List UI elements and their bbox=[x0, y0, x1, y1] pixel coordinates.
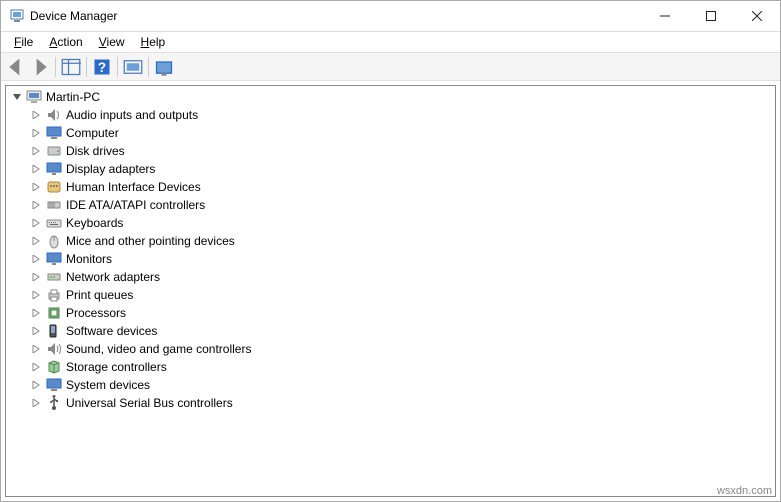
expander-icon[interactable] bbox=[30, 181, 42, 193]
processor-icon bbox=[46, 305, 62, 321]
menu-help[interactable]: Help bbox=[134, 34, 173, 50]
tree-item-label: Print queues bbox=[66, 288, 133, 302]
tree-root-label: Martin-PC bbox=[46, 90, 100, 104]
maximize-button[interactable] bbox=[688, 1, 734, 31]
tree-item[interactable]: Computer bbox=[6, 124, 775, 142]
tree-item-label: Computer bbox=[66, 126, 119, 140]
tree-item[interactable]: Network adapters bbox=[6, 268, 775, 286]
tree-item-label: Sound, video and game controllers bbox=[66, 342, 251, 356]
tree-item-label: Software devices bbox=[66, 324, 157, 338]
disk-icon bbox=[46, 143, 62, 159]
storage-icon bbox=[46, 359, 62, 375]
display-icon bbox=[46, 161, 62, 177]
tree-item-label: Human Interface Devices bbox=[66, 180, 201, 194]
toolbar-divider bbox=[86, 57, 87, 77]
tree-item[interactable]: Mice and other pointing devices bbox=[6, 232, 775, 250]
properties-button[interactable] bbox=[153, 56, 175, 78]
expander-icon[interactable] bbox=[30, 163, 42, 175]
expander-icon[interactable] bbox=[30, 361, 42, 373]
expander-icon[interactable] bbox=[10, 91, 22, 103]
tree-item-label: IDE ATA/ATAPI controllers bbox=[66, 198, 205, 212]
computer-icon bbox=[46, 125, 62, 141]
tree-item[interactable]: Display adapters bbox=[6, 160, 775, 178]
expander-icon[interactable] bbox=[30, 235, 42, 247]
sound-icon bbox=[46, 341, 62, 357]
tree-item[interactable]: Universal Serial Bus controllers bbox=[6, 394, 775, 412]
toolbar-divider bbox=[148, 57, 149, 77]
tree-item[interactable]: Keyboards bbox=[6, 214, 775, 232]
keyboard-icon bbox=[46, 215, 62, 231]
help-button[interactable]: ? bbox=[91, 56, 113, 78]
expander-icon[interactable] bbox=[30, 379, 42, 391]
tree-item[interactable]: Processors bbox=[6, 304, 775, 322]
tree-item-label: Disk drives bbox=[66, 144, 125, 158]
expander-icon[interactable] bbox=[30, 271, 42, 283]
close-button[interactable] bbox=[734, 1, 780, 31]
tree-item[interactable]: System devices bbox=[6, 376, 775, 394]
toolbar: ? bbox=[1, 52, 780, 81]
menu-file[interactable]: File bbox=[7, 34, 40, 50]
hid-icon bbox=[46, 179, 62, 195]
tree-item-label: Processors bbox=[66, 306, 126, 320]
scan-hardware-button[interactable] bbox=[122, 56, 144, 78]
expander-icon[interactable] bbox=[30, 199, 42, 211]
monitor-icon bbox=[46, 251, 62, 267]
expander-icon[interactable] bbox=[30, 307, 42, 319]
network-icon bbox=[46, 269, 62, 285]
tree-item[interactable]: Storage controllers bbox=[6, 358, 775, 376]
tree-item-label: Display adapters bbox=[66, 162, 155, 176]
tree-item[interactable]: Disk drives bbox=[6, 142, 775, 160]
toolbar-divider bbox=[117, 57, 118, 77]
expander-icon[interactable] bbox=[30, 253, 42, 265]
svg-text:?: ? bbox=[98, 60, 106, 75]
tree-item-label: Keyboards bbox=[66, 216, 123, 230]
tree-item[interactable]: Human Interface Devices bbox=[6, 178, 775, 196]
tree-item-label: Storage controllers bbox=[66, 360, 167, 374]
system-icon bbox=[46, 377, 62, 393]
menu-view[interactable]: View bbox=[92, 34, 132, 50]
audio-icon bbox=[46, 107, 62, 123]
software-icon bbox=[46, 323, 62, 339]
tree-item[interactable]: IDE ATA/ATAPI controllers bbox=[6, 196, 775, 214]
window-title: Device Manager bbox=[30, 9, 642, 23]
expander-icon[interactable] bbox=[30, 397, 42, 409]
expander-icon[interactable] bbox=[30, 127, 42, 139]
watermark: wsxdn.com bbox=[717, 485, 772, 497]
expander-icon[interactable] bbox=[30, 343, 42, 355]
menubar: File Action View Help bbox=[1, 32, 780, 52]
back-button[interactable] bbox=[5, 56, 27, 78]
usb-icon bbox=[46, 395, 62, 411]
tree-item-label: Network adapters bbox=[66, 270, 160, 284]
expander-icon[interactable] bbox=[30, 217, 42, 229]
tree-root[interactable]: Martin-PC bbox=[6, 88, 775, 106]
toolbar-divider bbox=[55, 57, 56, 77]
forward-button[interactable] bbox=[29, 56, 51, 78]
printer-icon bbox=[46, 287, 62, 303]
minimize-button[interactable] bbox=[642, 1, 688, 31]
app-icon bbox=[9, 8, 25, 24]
expander-icon[interactable] bbox=[30, 325, 42, 337]
tree-item[interactable]: Monitors bbox=[6, 250, 775, 268]
computer-root-icon bbox=[26, 89, 42, 105]
expander-icon[interactable] bbox=[30, 109, 42, 121]
expander-icon[interactable] bbox=[30, 289, 42, 301]
tree-item-label: System devices bbox=[66, 378, 150, 392]
tree-item-label: Universal Serial Bus controllers bbox=[66, 396, 233, 410]
ide-icon bbox=[46, 197, 62, 213]
device-tree[interactable]: Martin-PC Audio inputs and outputs Comput… bbox=[5, 85, 776, 497]
mouse-icon bbox=[46, 233, 62, 249]
tree-item-label: Audio inputs and outputs bbox=[66, 108, 198, 122]
titlebar: Device Manager bbox=[1, 1, 780, 32]
tree-item[interactable]: Print queues bbox=[6, 286, 775, 304]
tree-item-label: Monitors bbox=[66, 252, 112, 266]
tree-item[interactable]: Software devices bbox=[6, 322, 775, 340]
tree-item-label: Mice and other pointing devices bbox=[66, 234, 235, 248]
show-hide-tree-button[interactable] bbox=[60, 56, 82, 78]
tree-item[interactable]: Sound, video and game controllers bbox=[6, 340, 775, 358]
tree-item[interactable]: Audio inputs and outputs bbox=[6, 106, 775, 124]
menu-action[interactable]: Action bbox=[42, 34, 89, 50]
expander-icon[interactable] bbox=[30, 145, 42, 157]
window-controls bbox=[642, 1, 780, 31]
